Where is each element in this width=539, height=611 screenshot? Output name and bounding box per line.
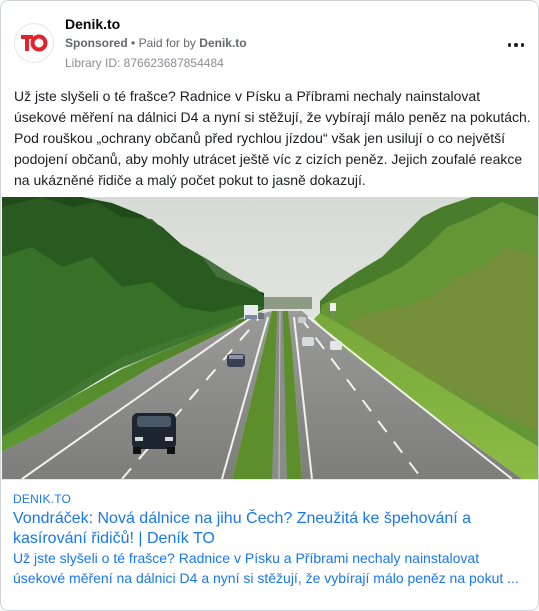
car-dark [132, 413, 176, 454]
denik-to-logo-icon [18, 27, 50, 59]
page-name[interactable]: Denik.to [65, 16, 120, 32]
link-description[interactable]: Už jste slyšeli o té frašce? Radnice v P… [13, 548, 523, 588]
paid-for-prefix: Paid for by [138, 36, 196, 50]
separator-dot: • [131, 36, 136, 50]
link-preview[interactable]: DENIK.TO Vondráček: Nová dálnice na jihu… [1, 479, 538, 610]
ad-image-highway[interactable] [2, 197, 538, 479]
ad-card: Denik.to Sponsored • Paid for by Denik.t… [0, 0, 539, 611]
paid-for-name[interactable]: Denik.to [199, 36, 246, 50]
sponsored-label: Sponsored [65, 36, 128, 50]
sponsored-line: Sponsored • Paid for by Denik.to [65, 36, 247, 50]
link-domain[interactable]: DENIK.TO [13, 492, 71, 506]
link-title[interactable]: Vondráček: Nová dálnice na jihu Čech? Zn… [13, 509, 513, 549]
highway-photo [2, 197, 538, 479]
page-avatar[interactable] [14, 23, 54, 63]
more-options-icon[interactable] [504, 37, 528, 53]
library-id: Library ID: 876623687854484 [65, 56, 224, 70]
post-text: Už jste slyšeli o té frašce? Radnice v P… [14, 88, 531, 188]
post-header: Denik.to Sponsored • Paid for by Denik.t… [14, 15, 525, 75]
